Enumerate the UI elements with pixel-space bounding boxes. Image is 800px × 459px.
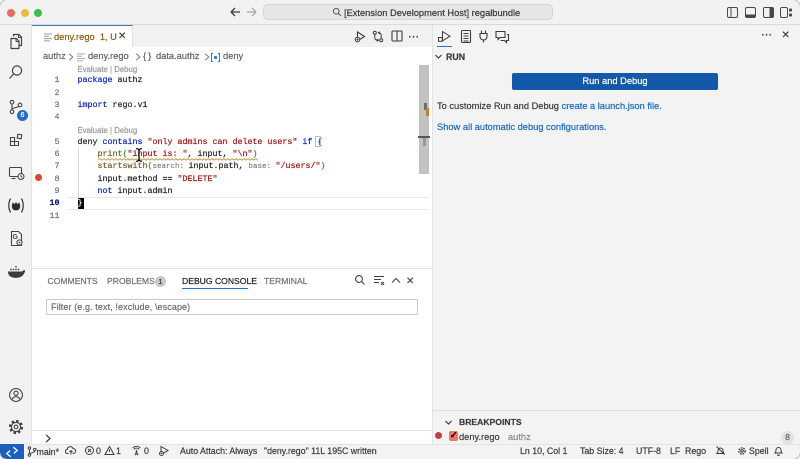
svg-text:G: G — [13, 234, 19, 241]
